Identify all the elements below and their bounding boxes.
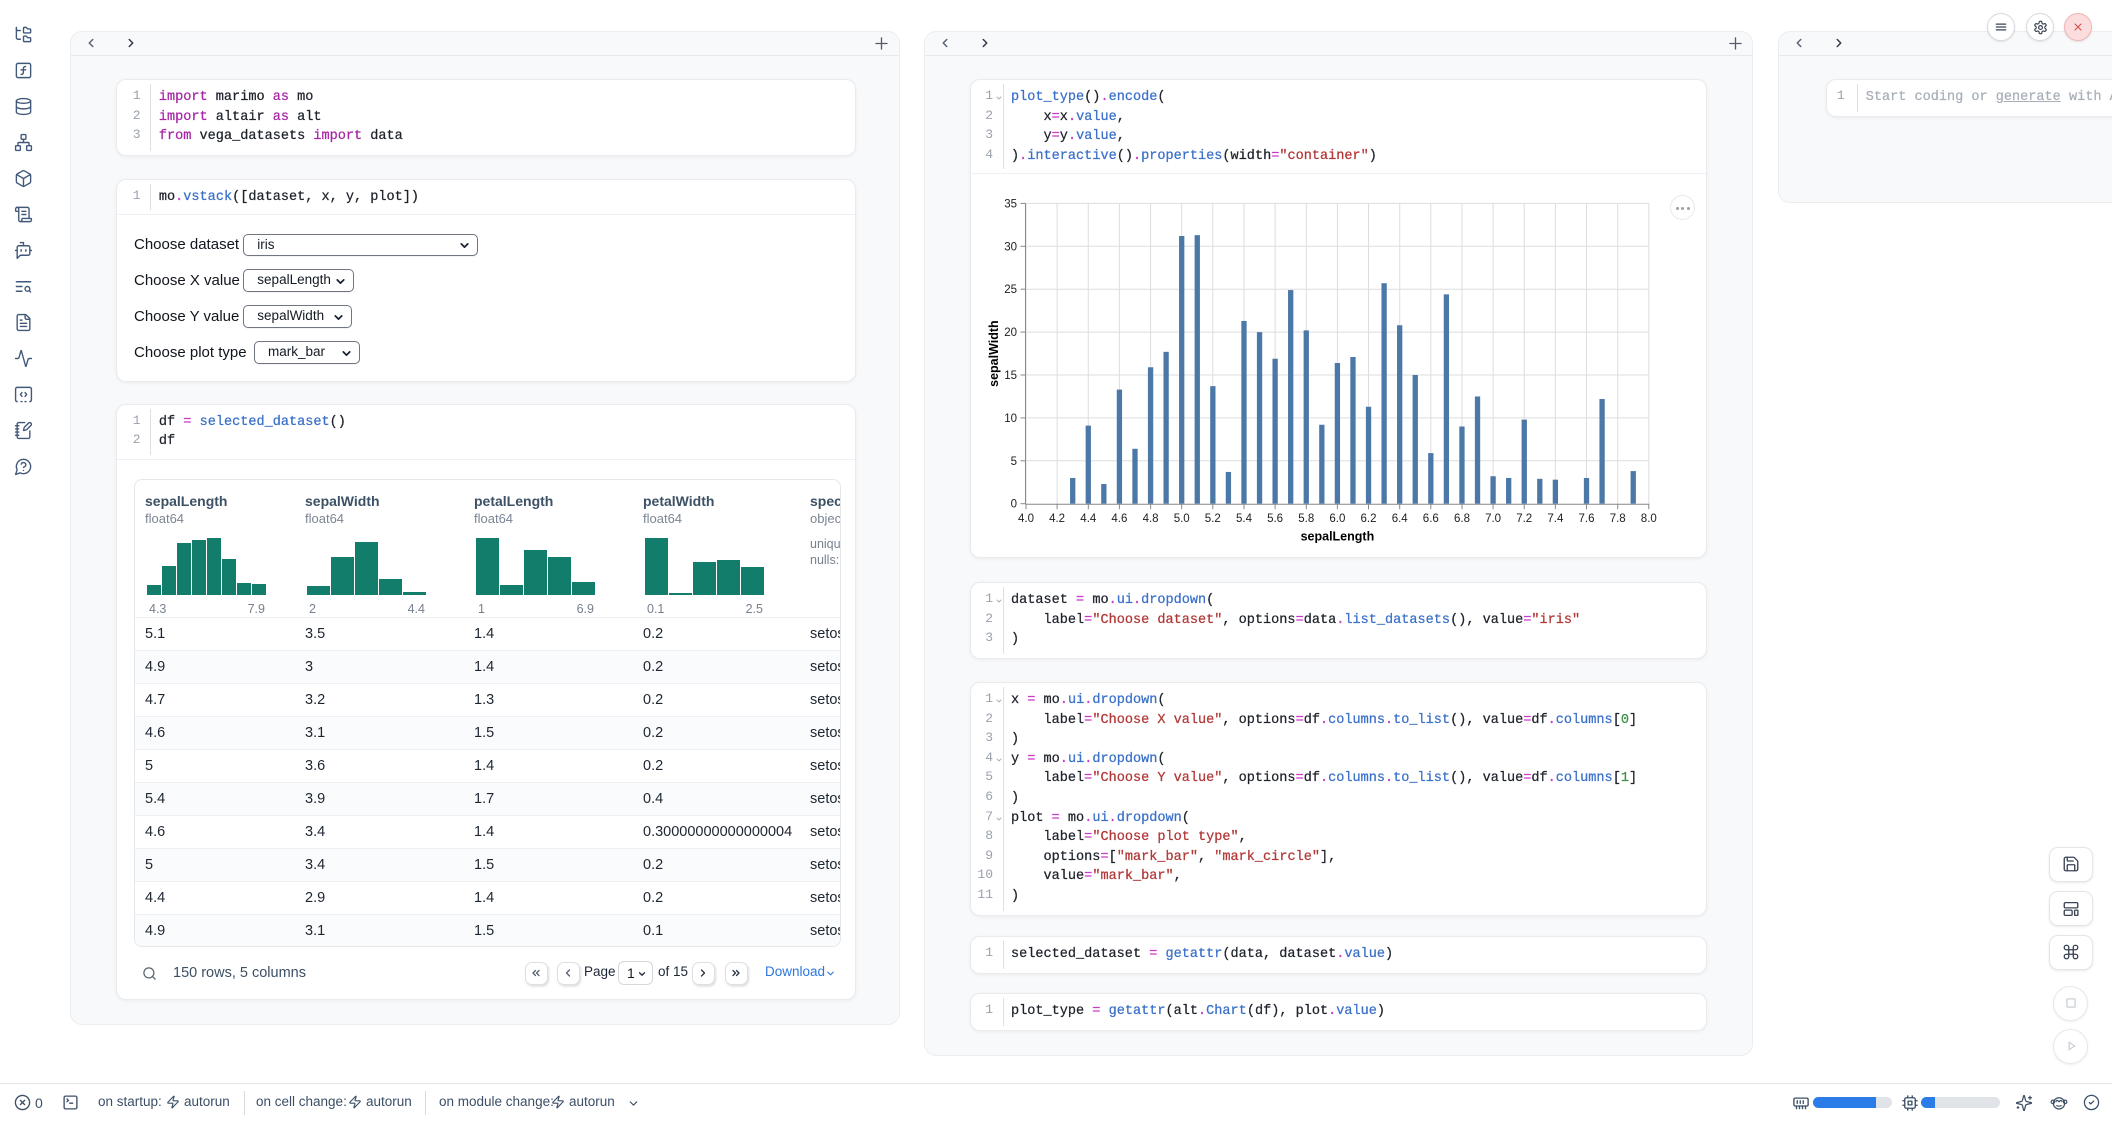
svg-text:5.4: 5.4 <box>1236 513 1253 525</box>
svg-text:15: 15 <box>1004 370 1017 382</box>
svg-text:10: 10 <box>1004 413 1017 425</box>
svg-text:7.6: 7.6 <box>1579 513 1595 525</box>
svg-text:30: 30 <box>1004 241 1017 253</box>
svg-text:7.8: 7.8 <box>1610 513 1626 525</box>
svg-text:6.0: 6.0 <box>1329 513 1345 525</box>
svg-text:7.4: 7.4 <box>1547 513 1564 525</box>
svg-text:0: 0 <box>1011 499 1017 511</box>
svg-text:4.0: 4.0 <box>1018 513 1034 525</box>
svg-text:4.4: 4.4 <box>1080 513 1097 525</box>
svg-text:5.6: 5.6 <box>1267 513 1283 525</box>
svg-text:6.2: 6.2 <box>1361 513 1377 525</box>
svg-text:sepalLength: sepalLength <box>1301 530 1375 544</box>
svg-text:7.0: 7.0 <box>1485 513 1501 525</box>
svg-text:5: 5 <box>1011 456 1017 468</box>
svg-text:8.0: 8.0 <box>1641 513 1657 525</box>
svg-text:4.8: 4.8 <box>1143 513 1159 525</box>
svg-text:sepalWidth: sepalWidth <box>987 320 1001 387</box>
svg-text:5.2: 5.2 <box>1205 513 1221 525</box>
svg-text:5.8: 5.8 <box>1298 513 1314 525</box>
svg-text:20: 20 <box>1004 327 1017 339</box>
svg-text:6.4: 6.4 <box>1392 513 1409 525</box>
svg-text:35: 35 <box>1004 198 1017 210</box>
svg-text:4.6: 4.6 <box>1111 513 1127 525</box>
svg-text:7.2: 7.2 <box>1516 513 1532 525</box>
svg-text:6.8: 6.8 <box>1454 513 1470 525</box>
svg-text:6.6: 6.6 <box>1423 513 1439 525</box>
svg-text:25: 25 <box>1004 284 1017 296</box>
svg-text:5.0: 5.0 <box>1174 513 1190 525</box>
svg-text:4.2: 4.2 <box>1049 513 1065 525</box>
